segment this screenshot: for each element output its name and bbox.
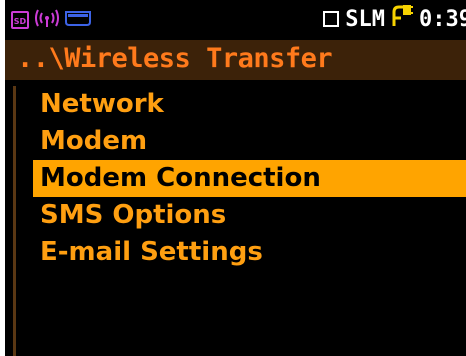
external-power-icon <box>391 4 414 34</box>
menu-item-sms-options[interactable]: SMS Options <box>33 197 466 234</box>
mode-label: SLM <box>345 6 386 32</box>
status-right: SLM 0:39 <box>323 4 466 34</box>
page-title: ..\Wireless Transfer <box>17 43 333 74</box>
device-screen: SD SLM 0:39 ..\Wireless Transfer Network… <box>5 0 466 356</box>
menu-frame-line <box>13 86 16 356</box>
title-bar: ..\Wireless Transfer <box>5 40 466 80</box>
menu-item-modem[interactable]: Modem <box>33 123 466 160</box>
menu-item-modem-connection[interactable]: Modem Connection <box>33 160 466 197</box>
status-bar: SD SLM 0:39 <box>5 0 466 38</box>
clock: 0:39 <box>419 6 466 32</box>
battery-icon <box>65 10 91 30</box>
antenna-icon <box>35 8 59 32</box>
status-left-icons: SD <box>11 8 91 32</box>
square-indicator-icon <box>323 11 340 27</box>
sd-card-icon: SD <box>11 11 29 29</box>
menu-item-network[interactable]: Network <box>33 86 466 123</box>
menu-item-email-settings[interactable]: E-mail Settings <box>33 234 466 271</box>
menu-list: Network Modem Modem Connection SMS Optio… <box>33 86 466 271</box>
